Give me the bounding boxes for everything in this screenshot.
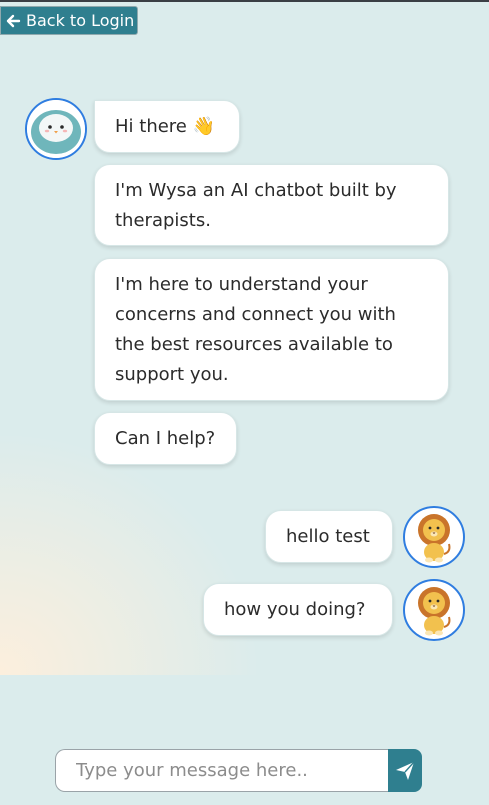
arrow-left-icon	[6, 14, 21, 27]
message-input[interactable]	[55, 749, 388, 792]
chat-area[interactable]: Back to Login Hi there 👋 I'm Wysa an AI …	[0, 2, 489, 675]
bot-message: Can I help?	[94, 412, 237, 465]
send-paper-plane-icon	[396, 761, 415, 780]
back-to-login-label: Back to Login	[26, 11, 135, 30]
bot-message: I'm Wysa an AI chatbot built by therapis…	[94, 164, 449, 246]
user-message: hello test	[265, 510, 393, 563]
message-composer	[55, 749, 422, 792]
message-text: I'm Wysa an AI chatbot built by therapis…	[115, 180, 397, 231]
bot-avatar	[25, 98, 87, 160]
user-avatar	[403, 579, 465, 641]
message-text: hello test	[286, 526, 370, 547]
message-text: Can I help?	[115, 428, 216, 449]
user-message: how you doing?	[203, 583, 393, 636]
message-text: how you doing?	[224, 599, 366, 620]
bot-message: Hi there 👋	[94, 100, 240, 153]
lion-icon	[418, 587, 451, 636]
message-text: I'm here to understand your concerns and…	[115, 274, 396, 385]
back-to-login-button[interactable]: Back to Login	[0, 6, 138, 35]
wysa-penguin-icon	[27, 100, 85, 158]
user-avatar	[403, 506, 465, 568]
bot-message: I'm here to understand your concerns and…	[94, 258, 449, 401]
message-text: Hi there 👋	[115, 116, 216, 137]
lion-icon	[418, 514, 451, 563]
send-button[interactable]	[388, 749, 422, 792]
